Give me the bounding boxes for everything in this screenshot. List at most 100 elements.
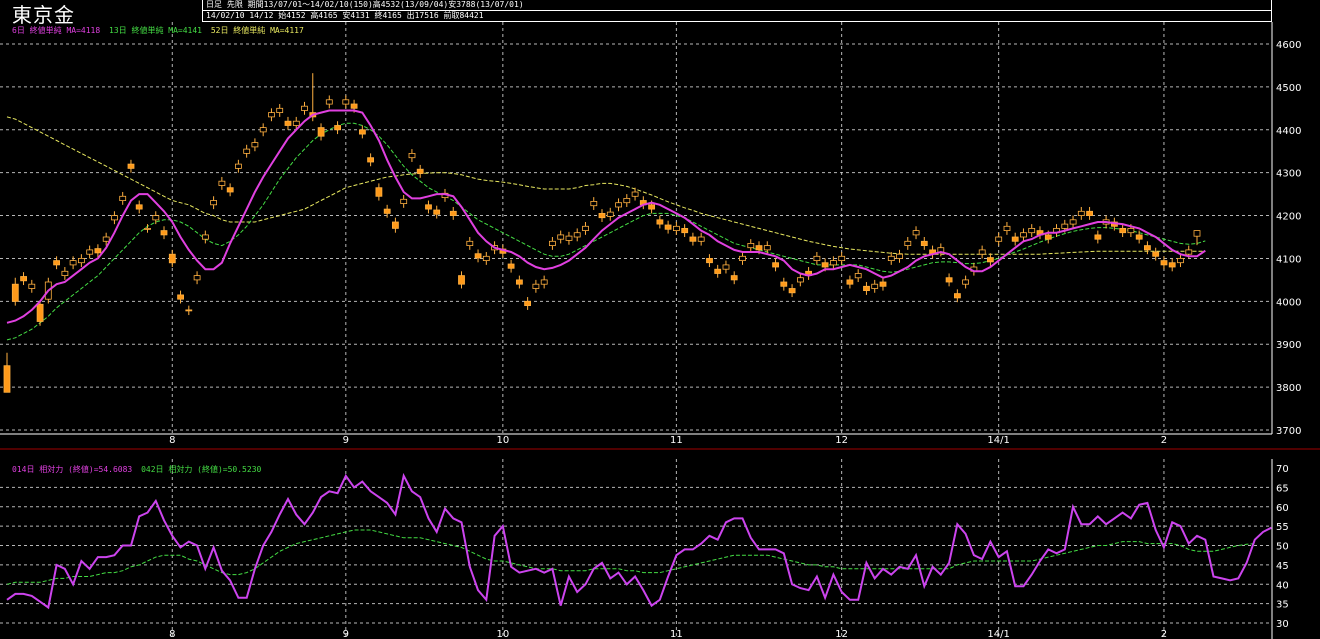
candle-body (1193, 230, 1201, 237)
candle-body (433, 209, 441, 215)
candle-body (887, 255, 895, 261)
price-tick-label: 4000 (1276, 297, 1301, 308)
candle-body (466, 240, 474, 247)
candle-body (1061, 223, 1069, 229)
price-x-tick-label: 9 (343, 435, 349, 446)
candle-body (879, 281, 887, 287)
candle-body (301, 105, 308, 111)
rsi-tick-label: 30 (1276, 619, 1289, 630)
candle-body (20, 276, 28, 282)
price-tick-label: 4300 (1276, 169, 1301, 180)
price-tick-label: 4600 (1276, 40, 1301, 51)
rsi-tick-label: 60 (1276, 503, 1289, 514)
candle-body (1069, 219, 1077, 225)
rsi-y-axis: 30 35 40 45 50 55 60 65 70 (1276, 464, 1289, 630)
candle-body (11, 283, 19, 302)
candle-body (193, 275, 201, 281)
candle-body (920, 240, 928, 247)
candle-body (1077, 210, 1085, 217)
info-line-ohlc: 14/02/10 14/12 始4152 高4165 安4131 終4165 出… (206, 11, 484, 20)
candle-body (962, 279, 969, 285)
price-tick-label: 4100 (1276, 254, 1301, 265)
rsi-tick-label: 55 (1276, 522, 1289, 533)
candle-body (987, 257, 994, 263)
candle-body (317, 127, 325, 137)
candle-body (673, 225, 680, 232)
candle-body (78, 257, 85, 264)
candle-body (1152, 251, 1160, 257)
candle-body (838, 255, 846, 261)
rsi-tick-label: 45 (1276, 561, 1289, 572)
candle-body (185, 309, 193, 312)
candle-body (69, 260, 77, 266)
candle-body (954, 293, 961, 299)
candle-body (772, 262, 779, 268)
candle-body (474, 253, 482, 259)
candle-body (1044, 234, 1052, 240)
chart-canvas: 3700 3800 3900 4000 4100 4200 4300 4400 4500 4600… (0, 0, 1320, 639)
candle-body (722, 264, 730, 270)
candle-body (549, 240, 556, 247)
price-tick-label: 3800 (1276, 383, 1301, 394)
price-x-tick-label: 8 (169, 435, 175, 446)
candle-body (664, 224, 672, 230)
candle-body (565, 235, 573, 241)
candle-body (1168, 262, 1176, 268)
candle-body (648, 204, 655, 210)
candle-body (449, 210, 457, 217)
candle-body (623, 197, 631, 204)
candle-body (259, 127, 267, 133)
candle-body (945, 277, 953, 283)
candle-body (573, 232, 581, 238)
rsi-x-tick-label: 12 (835, 629, 848, 639)
candle-body (763, 245, 771, 251)
candle-body (135, 204, 143, 210)
candle-body (863, 285, 870, 291)
price-tick-label: 3700 (1276, 426, 1301, 437)
candle-body (400, 198, 408, 205)
candle-body (871, 283, 879, 289)
candle-body (458, 275, 465, 285)
candle-body (284, 120, 292, 126)
candle-body (978, 249, 986, 255)
candle-body (1119, 227, 1127, 234)
candle-body (524, 300, 531, 306)
price-x-tick-label: 2 (1161, 435, 1167, 446)
price-tick-label: 4500 (1276, 83, 1301, 94)
legend-rsi14: 014日 相対力 (終値)=54.6083 (12, 465, 133, 474)
candle-body (507, 263, 515, 269)
candle-body (358, 129, 366, 135)
candle-body (127, 163, 135, 169)
rsi-x-tick-label: 10 (496, 629, 509, 639)
rsi-legend: 014日 相対力 (終値)=54.6083 042日 相対力 (終値)=50.5… (12, 464, 265, 475)
candle-body (416, 168, 424, 174)
candle-body (86, 249, 94, 255)
candle-body (846, 279, 854, 285)
candle-body (3, 365, 11, 393)
candle-body (218, 180, 226, 186)
candle-body (391, 221, 399, 229)
candle-body (226, 187, 234, 193)
candle-body (582, 225, 589, 232)
candle-body (706, 257, 713, 264)
price-x-tick-label: 12 (835, 435, 848, 446)
rsi-x-tick-label: 2 (1161, 629, 1167, 639)
instrument-title: 東京金 (12, 3, 75, 27)
candle-body (714, 268, 722, 274)
candle-body (119, 195, 127, 202)
candle-body (896, 253, 903, 259)
candle-body (904, 240, 912, 247)
price-x-tick-label: 10 (496, 435, 509, 446)
rsi-x-tick-label: 14/1 (987, 629, 1009, 639)
candle-body (1135, 234, 1143, 240)
rsi-x-tick-label: 9 (343, 629, 349, 639)
candle-body (821, 262, 829, 268)
rsi-tick-label: 65 (1276, 483, 1289, 494)
candle-body (1003, 225, 1011, 232)
candle-body (540, 279, 548, 285)
price-tick-label: 4400 (1276, 126, 1301, 137)
candle-body (160, 230, 168, 236)
candle-body (730, 275, 738, 281)
candle-body (747, 242, 755, 249)
candle-body (276, 107, 284, 114)
